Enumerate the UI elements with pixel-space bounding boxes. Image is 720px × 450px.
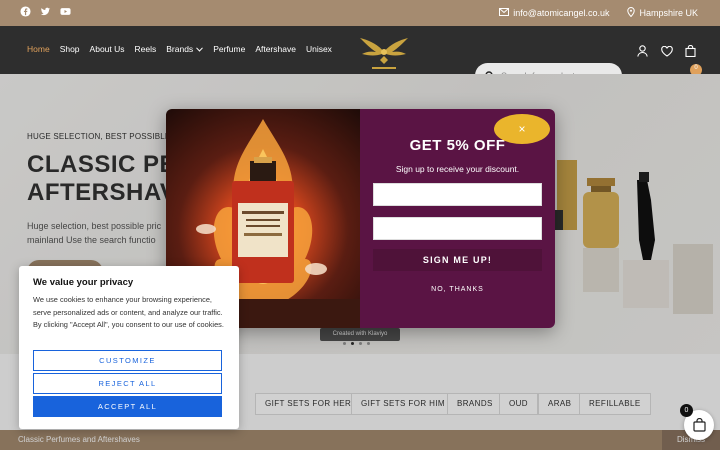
nav-perfume[interactable]: Perfume bbox=[213, 44, 245, 54]
nav-brands-label: Brands bbox=[166, 44, 194, 54]
nav-about-us[interactable]: About Us bbox=[90, 44, 125, 54]
top-bar: info@atomicangel.co.uk Hampshire UK bbox=[0, 0, 720, 26]
floating-cart-count: 0 bbox=[680, 404, 693, 417]
cookie-text: We use cookies to enhance your browsing … bbox=[33, 295, 224, 329]
wishlist-icon[interactable] bbox=[661, 44, 673, 57]
email-link[interactable]: info@atomicangel.co.uk bbox=[499, 8, 609, 18]
youtube-icon[interactable] bbox=[60, 6, 72, 18]
chevron-down-icon bbox=[196, 46, 204, 52]
nav-shop[interactable]: Shop bbox=[60, 44, 80, 54]
nav-brands[interactable]: Brands bbox=[166, 44, 204, 54]
mail-icon bbox=[499, 8, 510, 18]
no-thanks-link[interactable]: NO, THANKS bbox=[360, 286, 555, 293]
popup-close-button[interactable]: × bbox=[494, 114, 550, 144]
close-icon: × bbox=[518, 122, 526, 136]
site-logo[interactable] bbox=[358, 30, 410, 72]
nav-reels[interactable]: Reels bbox=[135, 44, 157, 54]
account-icon[interactable] bbox=[637, 44, 649, 57]
popup-email-field[interactable] bbox=[373, 217, 542, 240]
nav-aftershave[interactable]: Aftershave bbox=[255, 44, 296, 54]
location-info: Hampshire UK bbox=[627, 6, 698, 19]
accept-all-button[interactable]: ACCEPT ALL bbox=[33, 396, 222, 417]
facebook-icon[interactable] bbox=[20, 6, 32, 18]
location-text: Hampshire UK bbox=[639, 8, 698, 18]
floating-cart-button[interactable]: 0 bbox=[680, 404, 714, 440]
shopping-bag-icon bbox=[692, 418, 706, 432]
nav-home[interactable]: Home bbox=[27, 44, 50, 54]
nav-unisex[interactable]: Unisex bbox=[306, 44, 332, 54]
cookie-consent-banner: We value your privacy We use cookies to … bbox=[19, 266, 239, 429]
social-links bbox=[20, 6, 72, 18]
map-pin-icon bbox=[627, 6, 636, 19]
main-header: Home Shop About Us Reels Brands Perfume … bbox=[0, 26, 720, 88]
sign-me-up-button[interactable]: SIGN ME UP! bbox=[373, 249, 542, 271]
cookie-title: We value your privacy bbox=[33, 277, 134, 288]
email-text: info@atomicangel.co.uk bbox=[513, 8, 610, 18]
popup-subtitle: Sign up to receive your discount. bbox=[395, 164, 520, 174]
cart-icon[interactable]: 0 bbox=[685, 44, 702, 76]
customize-button[interactable]: CUSTOMIZE bbox=[33, 350, 222, 371]
twitter-icon[interactable] bbox=[40, 6, 52, 18]
reject-all-button[interactable]: REJECT ALL bbox=[33, 373, 222, 394]
popup-name-field[interactable] bbox=[373, 183, 542, 206]
main-menu: Home Shop About Us Reels Brands Perfume … bbox=[27, 44, 332, 54]
